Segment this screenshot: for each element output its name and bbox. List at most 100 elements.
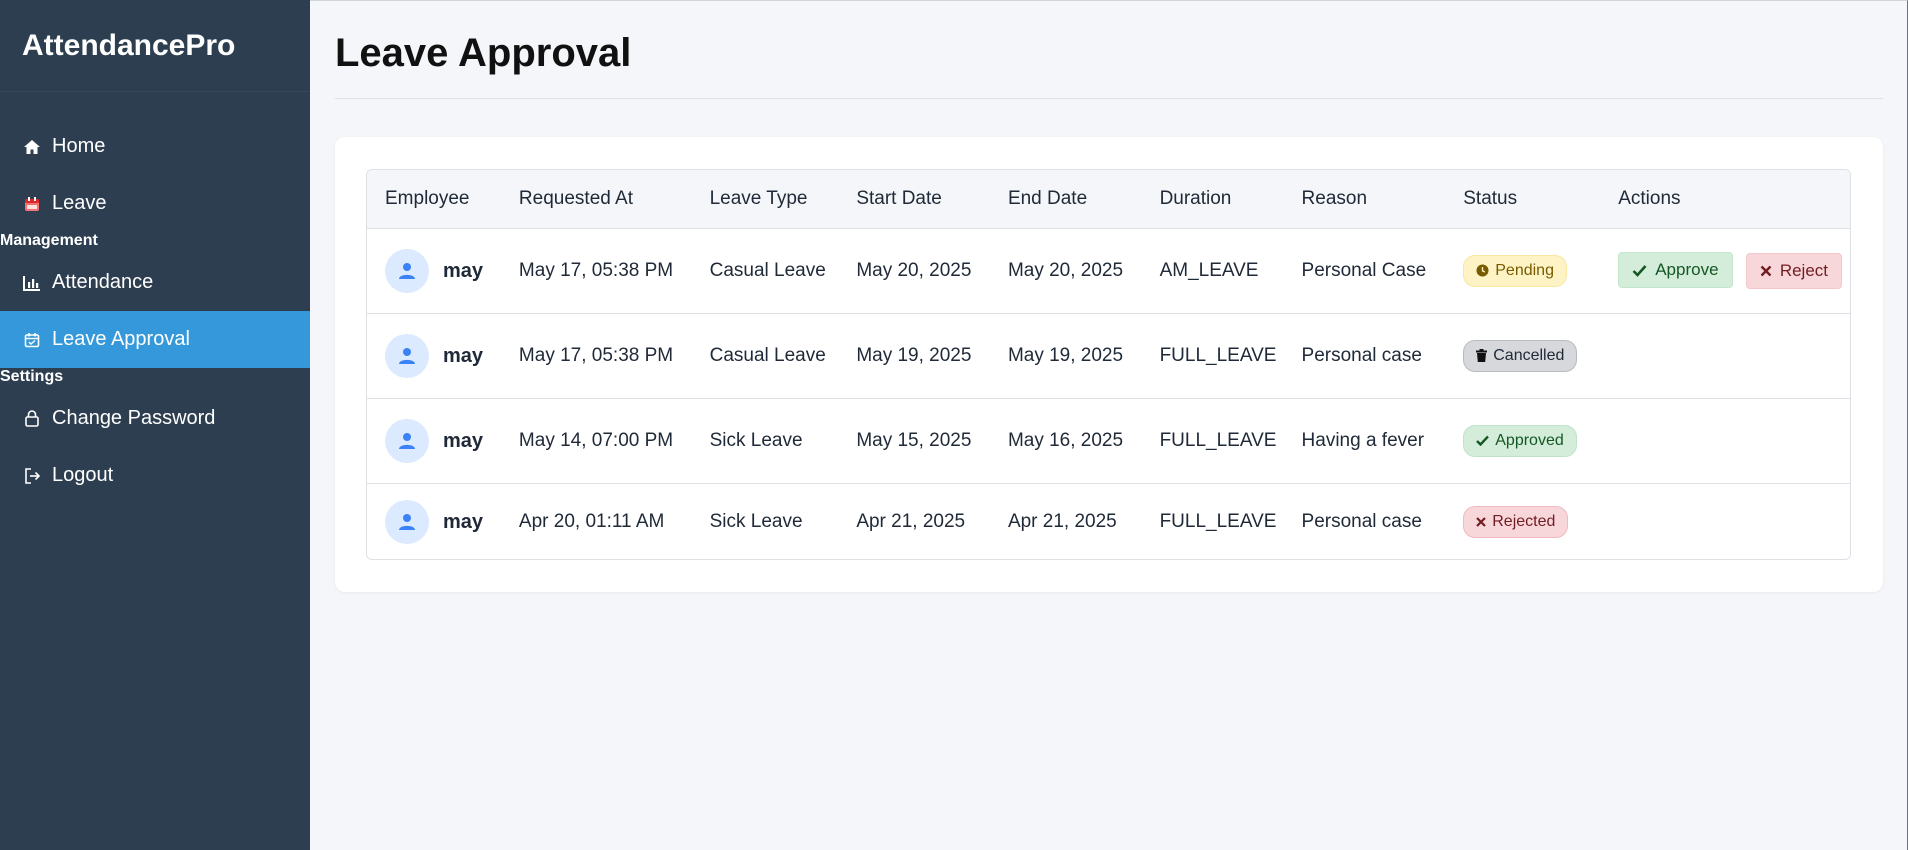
header-duration: Duration <box>1141 170 1284 229</box>
employee-cell: may <box>385 248 501 293</box>
check-icon <box>1476 435 1490 446</box>
sidebar-item-label: Leave Approval <box>52 328 190 350</box>
section-management: Management <box>0 232 98 249</box>
calendar-icon <box>22 194 42 214</box>
user-icon <box>399 513 415 530</box>
sidebar-item-label: Attendance <box>52 271 154 293</box>
header-employee: Employee <box>367 170 501 229</box>
reason-cell: Personal case <box>1283 313 1446 399</box>
status-label: Rejected <box>1492 512 1556 530</box>
table-row: may May 14, 07:00 PM Sick Leave May 15, … <box>367 398 1850 484</box>
leave-table-container: Employee Requested At Leave Type Start D… <box>366 169 1851 560</box>
status-badge: Cancelled <box>1463 339 1578 372</box>
status-label: Cancelled <box>1493 346 1565 364</box>
approve-button[interactable]: Approve <box>1618 252 1733 289</box>
reason-cell: Personal case <box>1301 510 1422 532</box>
employee-name: may <box>443 429 484 452</box>
start-date-cell: Apr 21, 2025 <box>856 510 966 532</box>
end-date-cell: May 19, 2025 <box>989 313 1142 399</box>
bar-chart-icon <box>22 273 42 293</box>
duration-cell: AM_LEAVE <box>1141 228 1284 314</box>
status-badge: Rejected <box>1463 505 1569 538</box>
table-row: may Apr 20, 01:11 AM Sick Leave Apr 21, … <box>367 483 1850 559</box>
status-label: Pending <box>1495 261 1554 279</box>
check-icon <box>1632 264 1647 277</box>
close-icon <box>1760 265 1772 277</box>
header-actions: Actions <box>1600 170 1850 229</box>
employee-cell: may <box>385 499 501 544</box>
sidebar-item-leave-approval[interactable]: Leave Approval <box>0 311 310 368</box>
sidebar: AttendancePro Home Leave Management Atte… <box>0 0 310 850</box>
header-leave-type: Leave Type <box>691 170 839 229</box>
header-end-date: End Date <box>989 170 1142 229</box>
leave-requests-table: Employee Requested At Leave Type Start D… <box>367 170 1850 559</box>
main-content: Leave Approval Employee Requested At Lea… <box>310 0 1908 850</box>
requested-at-cell: Apr 20, 01:11 AM <box>518 510 665 532</box>
status-label: Approved <box>1495 431 1564 449</box>
approve-label: Approve <box>1655 260 1719 280</box>
end-date-cell: Apr 21, 2025 <box>1007 510 1117 532</box>
leave-type-cell: Casual Leave <box>691 313 839 399</box>
avatar <box>385 418 429 463</box>
user-icon <box>399 432 415 449</box>
reject-button[interactable]: Reject <box>1745 252 1842 289</box>
sidebar-item-change-password[interactable]: Change Password <box>0 390 310 447</box>
status-badge: Approved <box>1463 424 1577 457</box>
employee-cell: may <box>385 333 501 378</box>
end-date-cell: May 20, 2025 <box>989 228 1142 314</box>
close-icon <box>1476 516 1487 527</box>
duration-cell: FULL_LEAVE <box>1141 398 1284 484</box>
sidebar-item-label: Change Password <box>52 407 216 429</box>
employee-cell: may <box>385 418 501 463</box>
lock-icon <box>22 409 42 429</box>
table-header-row: Employee Requested At Leave Type Start D… <box>367 170 1850 229</box>
start-date-cell: May 19, 2025 <box>838 313 990 399</box>
avatar <box>385 248 429 293</box>
leave-approval-card: Employee Requested At Leave Type Start D… <box>335 137 1883 592</box>
duration-cell: FULL_LEAVE <box>1141 313 1284 399</box>
employee-name: may <box>443 259 484 282</box>
reason-cell: Having a fever <box>1283 398 1446 484</box>
header-reason: Reason <box>1283 170 1446 229</box>
sidebar-item-label: Logout <box>52 464 114 486</box>
employee-name: may <box>443 510 484 533</box>
user-icon <box>399 347 415 364</box>
employee-name: may <box>443 344 484 367</box>
table-row: may May 17, 05:38 PM Casual Leave May 19… <box>367 313 1850 399</box>
start-date-cell: May 20, 2025 <box>838 228 990 314</box>
calendar-check-icon <box>22 330 42 350</box>
duration-cell: FULL_LEAVE <box>1159 510 1277 532</box>
requested-at-cell: May 17, 05:38 PM <box>500 313 692 399</box>
sidebar-item-label: Home <box>52 135 106 157</box>
sidebar-item-attendance[interactable]: Attendance <box>0 254 310 311</box>
start-date-cell: May 15, 2025 <box>838 398 990 484</box>
table-row: may May 17, 05:38 PM Casual Leave May 20… <box>367 228 1850 314</box>
app-brand: AttendancePro <box>0 0 310 92</box>
trash-icon <box>1476 349 1488 362</box>
sidebar-item-home[interactable]: Home <box>0 118 310 175</box>
logout-icon <box>22 466 42 486</box>
leave-type-cell: Sick Leave <box>709 510 803 532</box>
header-start-date: Start Date <box>838 170 990 229</box>
end-date-cell: May 16, 2025 <box>989 398 1142 484</box>
reject-label: Reject <box>1779 260 1828 280</box>
requested-at-cell: May 17, 05:38 PM <box>500 228 692 314</box>
clock-icon <box>1476 264 1489 277</box>
header-requested-at: Requested At <box>500 170 692 229</box>
section-settings: Settings <box>0 368 64 385</box>
sidebar-item-label: Leave <box>52 192 107 214</box>
leave-type-cell: Casual Leave <box>691 228 839 314</box>
header-status: Status <box>1445 170 1601 229</box>
leave-type-cell: Sick Leave <box>691 398 839 484</box>
user-icon <box>399 262 415 279</box>
avatar <box>385 333 429 378</box>
title-divider <box>335 98 1883 99</box>
avatar <box>385 499 429 544</box>
sidebar-item-logout[interactable]: Logout <box>0 447 310 504</box>
reason-cell: Personal Case <box>1283 228 1446 314</box>
sidebar-item-leave[interactable]: Leave <box>0 175 310 232</box>
home-icon <box>22 137 42 157</box>
requested-at-cell: May 14, 07:00 PM <box>500 398 692 484</box>
page-title: Leave Approval <box>335 31 632 75</box>
status-badge: Pending <box>1463 254 1567 287</box>
